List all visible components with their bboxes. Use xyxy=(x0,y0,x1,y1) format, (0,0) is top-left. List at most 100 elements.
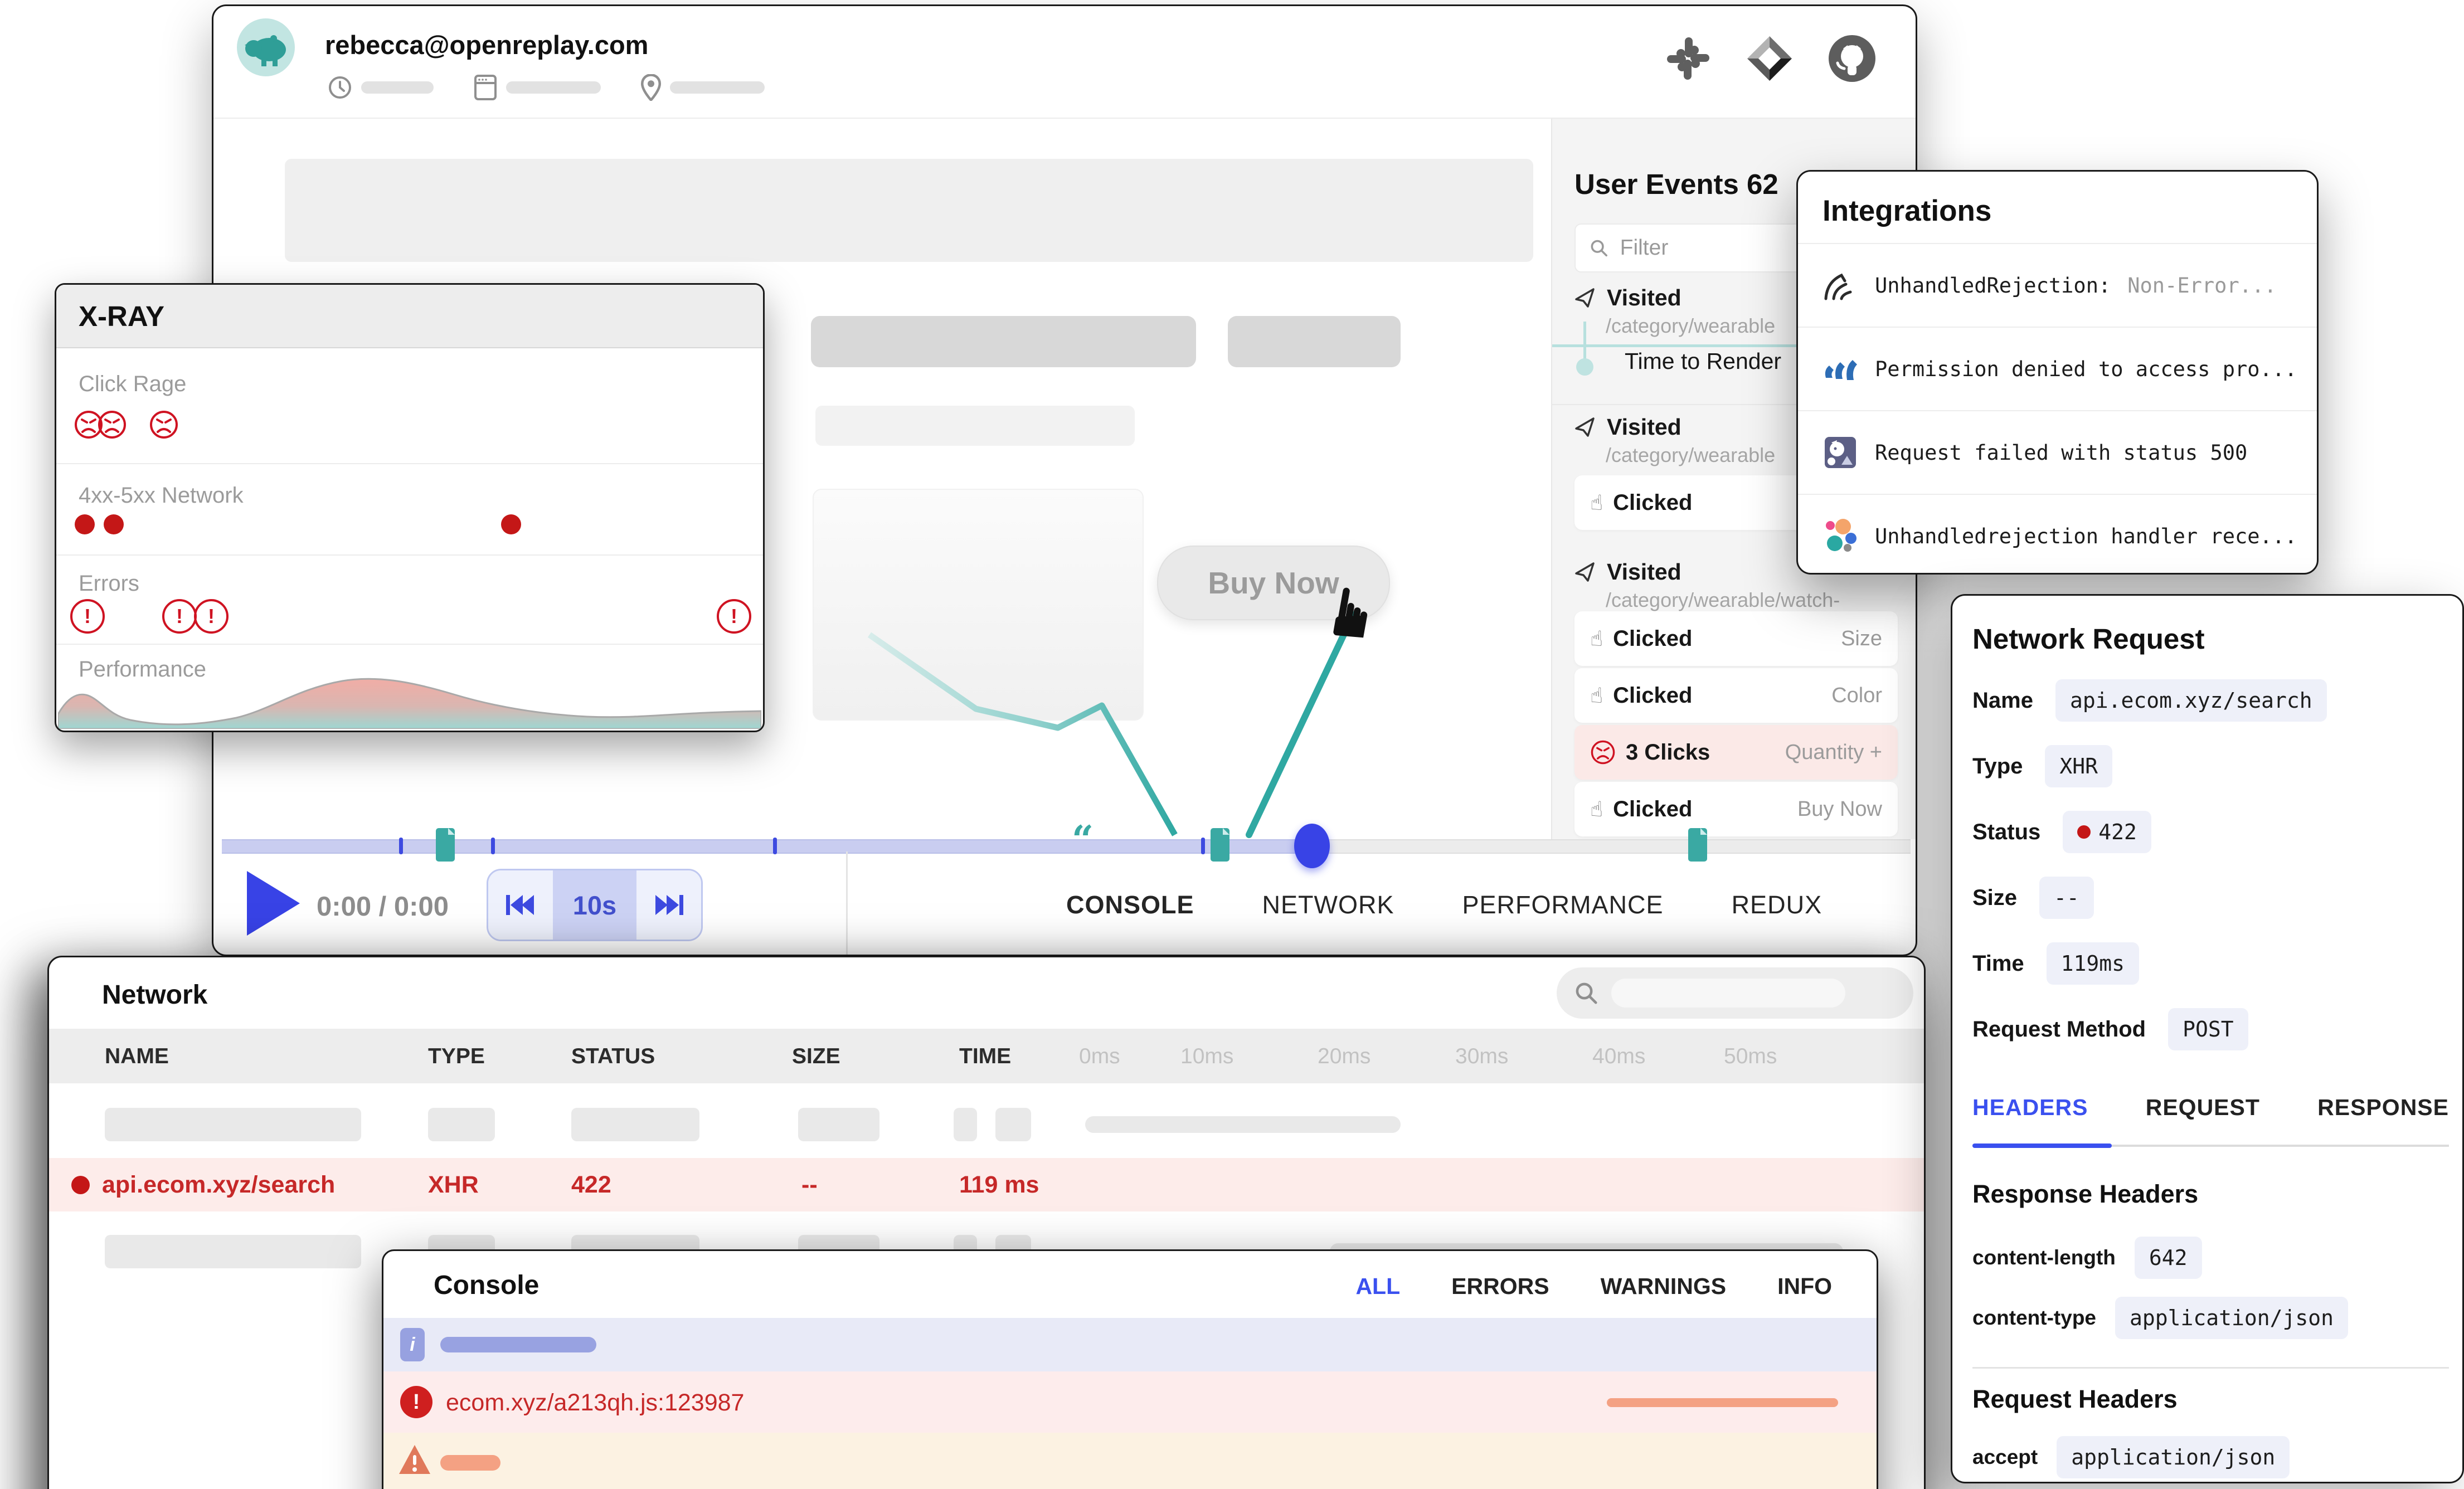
header-accept: accept application/json xyxy=(1972,1436,2290,1478)
github-icon[interactable] xyxy=(1828,34,1877,83)
rhino-icon xyxy=(237,18,295,76)
error-status-dot xyxy=(71,1176,90,1194)
search-input-skeleton[interactable] xyxy=(1611,979,1845,1008)
hand-click-icon: ☝ xyxy=(1590,626,1603,651)
table-row-error[interactable]: api.ecom.xyz/search XHR 422 -- 119 ms xyxy=(49,1158,1924,1211)
site-product-skeleton xyxy=(813,489,1144,721)
console-warning-row[interactable] xyxy=(383,1433,1877,1489)
timeline-event-tick[interactable] xyxy=(773,838,777,854)
skip-interval-button[interactable]: 10s xyxy=(553,870,636,940)
table-row-skeleton[interactable] xyxy=(49,1098,1924,1151)
xray-network-label: 4xx-5xx Network xyxy=(79,483,244,508)
name-value-chip: api.ecom.xyz/search xyxy=(2055,679,2327,722)
accept-chip: application/json xyxy=(2057,1436,2290,1478)
hand-click-icon: ☝ xyxy=(1590,797,1603,821)
console-tabs: ALL ERRORS WARNINGS INFO xyxy=(1355,1273,1832,1300)
request-size: -- xyxy=(801,1171,818,1199)
integration-text-muted: Non-Error... xyxy=(2127,274,2276,298)
elastic-icon xyxy=(1823,518,1858,554)
skip-forward-button[interactable] xyxy=(636,870,701,940)
request-headers-title: Request Headers xyxy=(1972,1385,2178,1414)
request-status: 422 xyxy=(571,1171,611,1199)
tab-redux[interactable]: REDUX xyxy=(1732,891,1823,919)
controls-divider xyxy=(846,851,848,956)
event-clicked[interactable]: ☝ Clicked Size xyxy=(1574,611,1898,666)
xray-title: X-RAY xyxy=(79,300,164,333)
user-events-count: 62 xyxy=(1747,168,1778,200)
timeline-event-tick[interactable] xyxy=(491,838,495,854)
console-window: Console ALL ERRORS WARNINGS INFO i ! eco… xyxy=(382,1249,1878,1489)
info-icon: i xyxy=(400,1328,425,1361)
skip-back-button[interactable] xyxy=(488,870,553,940)
datadog-icon xyxy=(1823,435,1858,470)
integration-item[interactable]: Request failed with status 500 xyxy=(1798,410,2317,494)
request-name: api.ecom.xyz/search xyxy=(102,1171,335,1199)
tab-network[interactable]: NETWORK xyxy=(1262,891,1394,919)
event-target: Size xyxy=(1841,627,1882,651)
col-time[interactable]: TIME xyxy=(959,1044,1011,1069)
pointer-cursor-icon: ☛ xyxy=(1314,578,1391,649)
integration-item[interactable]: UnhandledRejection: Non-Error... xyxy=(1798,243,2317,327)
integration-item[interactable]: Permission denied to access pro... xyxy=(1798,327,2317,410)
field-request-method: Request Method POST xyxy=(1972,1008,2248,1050)
playback-time: 0:00 / 0:00 xyxy=(317,891,449,922)
log-skeleton-bar xyxy=(440,1337,596,1352)
site-skeleton-bar xyxy=(815,406,1135,446)
console-error-row[interactable]: ! ecom.xyz/a213qh.js:123987 xyxy=(383,1371,1877,1433)
network-request-title: Network Request xyxy=(1972,622,2205,655)
tab-performance[interactable]: PERFORMANCE xyxy=(1462,891,1664,919)
tab-errors[interactable]: ERRORS xyxy=(1451,1273,1549,1300)
tab-request[interactable]: REQUEST xyxy=(2146,1094,2260,1121)
col-size[interactable]: SIZE xyxy=(792,1044,840,1069)
network-search[interactable] xyxy=(1557,967,1913,1019)
diamond-logo-icon[interactable] xyxy=(1746,35,1793,82)
event-clicked[interactable]: ☝ Clicked Buy Now xyxy=(1574,782,1898,836)
event-target: Quantity + xyxy=(1785,741,1882,765)
col-status[interactable]: STATUS xyxy=(571,1044,655,1069)
log-skeleton-bar xyxy=(1607,1398,1838,1407)
event-clicked[interactable]: ☝ Clicked Color xyxy=(1574,668,1898,723)
tab-all[interactable]: ALL xyxy=(1355,1273,1400,1300)
play-button[interactable] xyxy=(247,871,300,936)
error-exclamation-icon: ! xyxy=(70,599,105,634)
tab-headers[interactable]: HEADERS xyxy=(1972,1094,2088,1121)
tab-warnings[interactable]: WARNINGS xyxy=(1601,1273,1727,1300)
search-icon xyxy=(1573,980,1599,1006)
tab-response[interactable]: RESPONSE xyxy=(2317,1094,2449,1121)
col-name[interactable]: NAME xyxy=(105,1044,169,1069)
tab-console[interactable]: CONSOLE xyxy=(1066,891,1194,919)
integrations-panel: Integrations UnhandledRejection: Non-Err… xyxy=(1796,170,2319,575)
player-tabs: CONSOLE NETWORK PERFORMANCE REDUX xyxy=(1066,851,1917,956)
network-request-panel: Network Request Name api.ecom.xyz/search… xyxy=(1951,594,2464,1483)
network-error-dot xyxy=(104,514,124,534)
integration-item[interactable]: Unhandledrejection handler rece... xyxy=(1798,494,2317,577)
timeline-event-tick[interactable] xyxy=(399,838,403,854)
site-skeleton-pill xyxy=(811,316,1196,367)
session-meta-skeleton xyxy=(328,74,765,101)
tick-40ms: 40ms xyxy=(1592,1044,1645,1069)
network-error-dot xyxy=(75,514,95,534)
meta-skeleton-bar xyxy=(670,81,765,94)
console-error-text: ecom.xyz/a213qh.js:123987 xyxy=(446,1389,744,1417)
console-info-row[interactable]: i xyxy=(383,1318,1877,1371)
col-type[interactable]: TYPE xyxy=(428,1044,485,1069)
angry-face-icon xyxy=(1590,739,1616,765)
event-rage-clicks[interactable]: 3 Clicks Quantity + xyxy=(1574,725,1898,780)
integration-text: UnhandledRejection: xyxy=(1875,274,2111,298)
site-skeleton-pill xyxy=(1228,316,1401,367)
console-title: Console xyxy=(434,1270,539,1301)
clock-icon xyxy=(328,75,352,100)
field-type: Type XHR xyxy=(1972,745,2112,787)
timeline-doc-marker[interactable] xyxy=(435,828,455,862)
angry-face-icon xyxy=(149,410,179,440)
error-exclamation-icon: ! xyxy=(717,599,751,634)
triple-wave-icon xyxy=(1823,351,1858,387)
error-icon: ! xyxy=(400,1386,432,1418)
site-hero-skeleton xyxy=(285,159,1533,262)
field-size: Size -- xyxy=(1972,877,2094,919)
skip-back-icon xyxy=(505,893,536,917)
tab-info[interactable]: INFO xyxy=(1777,1273,1832,1300)
network-table-header: NAME TYPE STATUS SIZE TIME 0ms 10ms 20ms… xyxy=(49,1029,1924,1083)
slack-icon[interactable] xyxy=(1665,35,1712,82)
integration-text: Unhandledrejection handler rece... xyxy=(1875,524,2297,548)
